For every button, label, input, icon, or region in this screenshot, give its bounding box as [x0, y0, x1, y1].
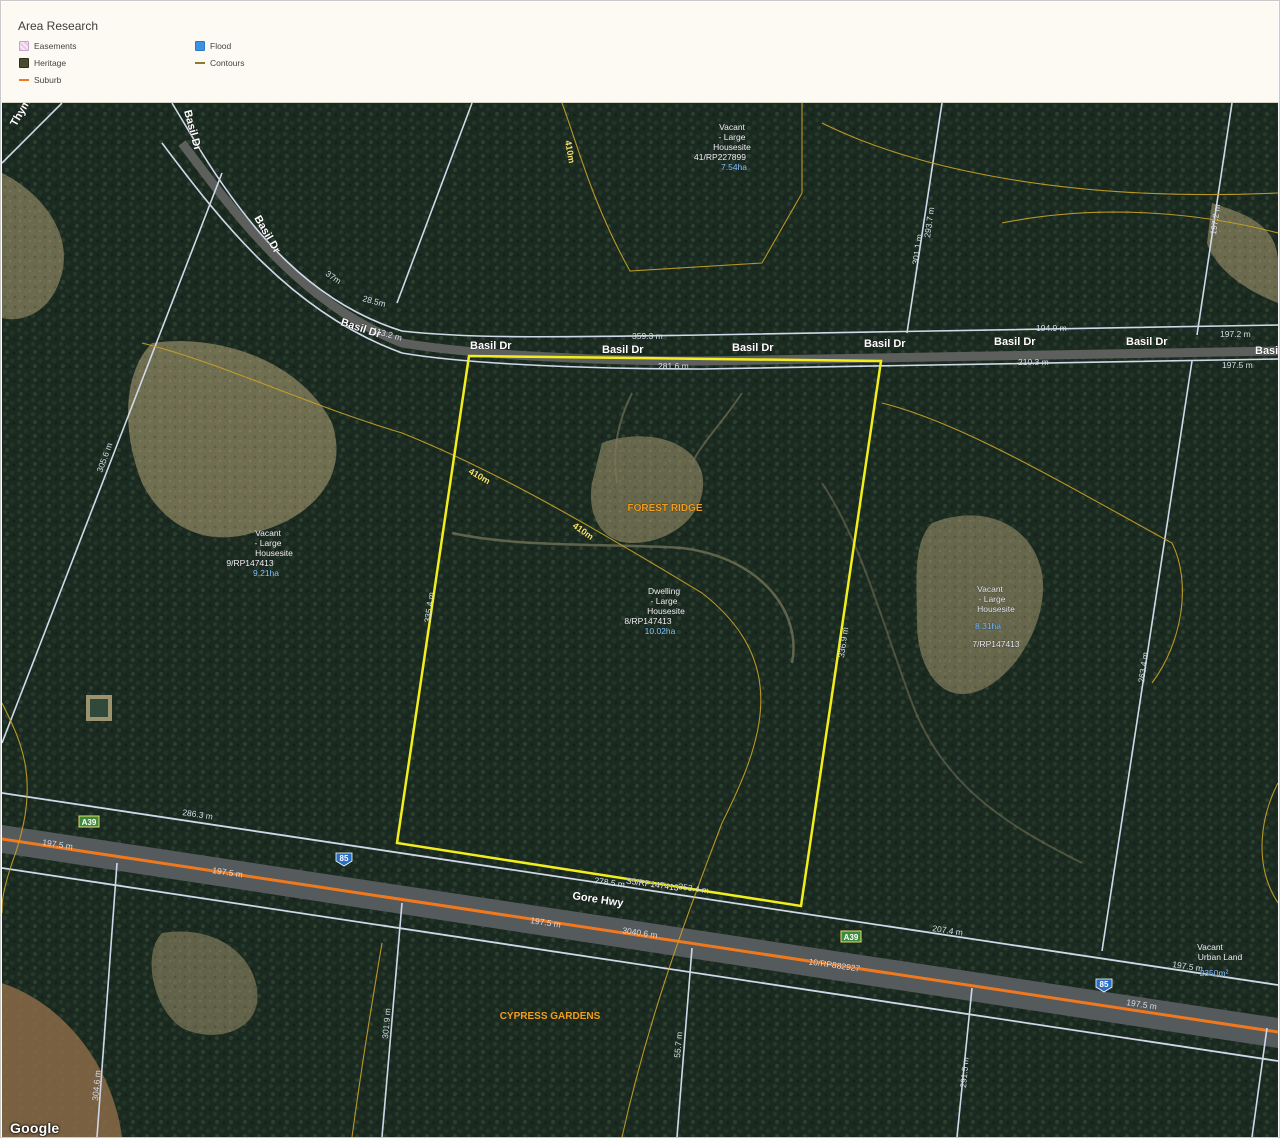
easements-swatch-icon: [19, 41, 29, 51]
dim-label-5: 197.5 m: [1222, 360, 1253, 370]
lot-41-use-1: Vacant: [719, 122, 745, 132]
dim-label-2: 359.3 m: [632, 331, 663, 341]
legend-item-heritage[interactable]: Heritage: [19, 58, 66, 68]
lot-41-use-2: - Large: [719, 132, 746, 142]
legend-item-easements[interactable]: Easements: [19, 41, 77, 51]
street-label-basil-dr-3: Basil Dr: [732, 342, 774, 354]
street-label-basil-dr-7: Basil: [1255, 345, 1278, 357]
map-window: Area Research Easements Flood Heritage C…: [0, 0, 1280, 1138]
lot-8-use-3: Housesite: [647, 606, 685, 616]
route-shield-a39-east-label: A39: [844, 933, 859, 942]
flood-swatch-icon: [195, 41, 205, 51]
legend-label-flood: Flood: [210, 41, 232, 51]
lot-urban-use-1: Vacant: [1197, 942, 1223, 952]
legend-label-suburb: Suburb: [34, 75, 62, 85]
legend-item-contours[interactable]: Contours: [195, 58, 245, 68]
dim-label-6: 197.2 m: [1220, 329, 1251, 339]
suburb-label-cypress-gardens: CYPRESS GARDENS: [500, 1011, 601, 1022]
contours-swatch-icon: [195, 58, 205, 68]
lot-7-use-3: Housesite: [977, 604, 1015, 614]
lot-9-use-3: Housesite: [255, 548, 293, 558]
lot-9-use-1: Vacant: [255, 528, 281, 538]
street-label-basil-dr-6: Basil Dr: [1126, 336, 1168, 348]
google-attribution: Google: [10, 1120, 60, 1136]
legend-item-flood[interactable]: Flood: [195, 41, 231, 51]
farm-dam: [86, 695, 112, 721]
dim-label-1: 281.6 m: [658, 361, 689, 371]
suburb-swatch-icon: [19, 75, 29, 85]
dim-label-4: 210.3 m: [1018, 357, 1049, 367]
street-label-basil-dr-4: Basil Dr: [864, 338, 906, 350]
lot-9-lotplan: 9/RP147413: [226, 558, 274, 568]
route-shield-a39-west-label: A39: [82, 818, 97, 827]
lot-9-area: 9.21ha: [253, 568, 279, 578]
route-shield-b5-west-label: 85: [340, 854, 349, 863]
legend-label-contours: Contours: [210, 58, 245, 68]
lot-9-use-2: - Large: [255, 538, 282, 548]
lot-8-area: 10.02ha: [645, 626, 676, 636]
street-label-basil-dr-1: Basil Dr: [470, 340, 512, 352]
lot-7-lotplan: 7/RP147413: [972, 639, 1020, 649]
lot-41-use-3: Housesite: [713, 142, 751, 152]
legend-label-heritage: Heritage: [34, 58, 67, 68]
heritage-swatch-icon: [19, 58, 29, 68]
lot-8-use-2: - Large: [651, 596, 678, 606]
legend-title: Area Research: [18, 19, 99, 33]
lot-41-area: 7.54ha: [721, 162, 747, 172]
lot-urban-area: 2350m²: [1200, 968, 1229, 978]
map-canvas[interactable]: Basil Dr Basil Dr Basil Dr Basil Dr Basi…: [2, 103, 1278, 1137]
legend-item-suburb[interactable]: Suburb: [19, 75, 61, 85]
lot-7-use-2: - Large: [979, 594, 1006, 604]
street-label-basil-dr-2: Basil Dr: [602, 344, 644, 356]
lot-7-area: 8.31ha: [975, 621, 1001, 631]
dim-label-3: 194.9 m: [1036, 323, 1067, 333]
route-shield-b5-east-label: 85: [1100, 980, 1109, 989]
legend-label-easements: Easements: [34, 41, 77, 51]
lot-41-lotplan: 41/RP227899: [694, 152, 746, 162]
map-viewport[interactable]: Basil Dr Basil Dr Basil Dr Basil Dr Basi…: [2, 103, 1278, 1137]
street-label-basil-dr-5: Basil Dr: [994, 336, 1036, 348]
lot-8-use-1: Dwelling: [648, 586, 680, 596]
lot-urban-use-2: Urban Land: [1198, 952, 1243, 962]
lot-8-lotplan: 8/RP147413: [624, 616, 672, 626]
lot-7-use-1: Vacant: [977, 584, 1003, 594]
suburb-label-forest-ridge: FOREST RIDGE: [627, 503, 702, 514]
legend-panel: Area Research Easements Flood Heritage C…: [2, 2, 1278, 103]
